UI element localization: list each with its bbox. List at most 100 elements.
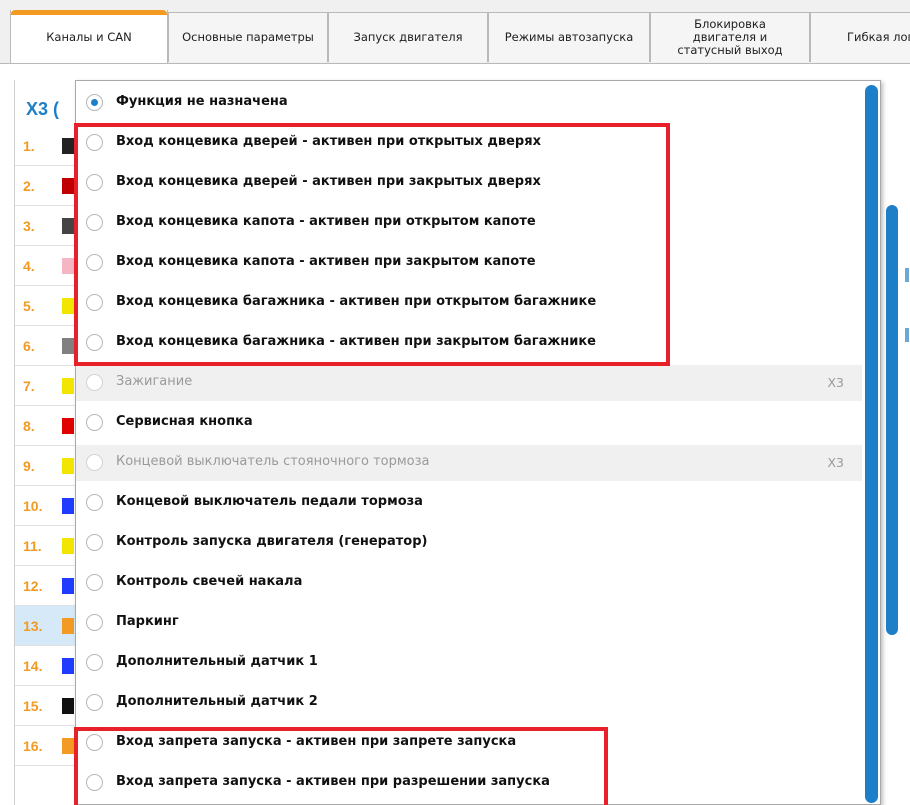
channel-number: 14. — [23, 658, 43, 674]
option-label: Паркинг — [116, 614, 179, 629]
function-dropdown-list[interactable]: Функция не назначена Вход концевика двере… — [75, 80, 881, 805]
option-label: Вход концевика капота - активен при откр… — [116, 214, 536, 229]
wire-color-swatch — [62, 538, 74, 554]
option-label: Концевой выключатель стояночного тормоза — [116, 454, 430, 469]
channel-row[interactable]: 4. — [15, 246, 75, 286]
dropdown-option[interactable]: Концевой выключатель педали тормоза — [76, 485, 862, 521]
option-label: Сервисная кнопка — [116, 414, 253, 429]
tab-autostart-modes[interactable]: Режимы автозапуска — [488, 12, 650, 62]
dropdown-option[interactable]: Дополнительный датчик 1 — [76, 645, 862, 681]
channel-row[interactable]: 1. — [15, 126, 75, 166]
channel-row[interactable]: 14. — [15, 646, 75, 686]
channel-number: 12. — [23, 578, 43, 594]
channel-number: 15. — [23, 698, 43, 714]
tab-basic-params[interactable]: Основные параметры — [168, 12, 328, 62]
wire-color-swatch — [62, 618, 74, 634]
channel-row[interactable]: 11. — [15, 526, 75, 566]
channel-number: 11. — [23, 538, 42, 554]
dropdown-option[interactable]: Вход концевика дверей - активен при закр… — [76, 165, 862, 201]
channel-number: 2. — [23, 178, 35, 194]
dropdown-option[interactable]: Вход концевика багажника - активен при з… — [76, 325, 862, 361]
radio-icon[interactable] — [86, 694, 103, 711]
dropdown-option[interactable]: Контроль запуска двигателя (генератор) — [76, 525, 862, 561]
connector-tag: X3 — [827, 455, 844, 470]
radio-icon[interactable] — [86, 214, 103, 231]
option-label: Вход концевика капота - активен при закр… — [116, 254, 536, 269]
channel-row[interactable]: 16. — [15, 726, 75, 766]
option-label: Концевой выключатель педали тормоза — [116, 494, 423, 509]
channel-row[interactable]: 9. — [15, 446, 75, 486]
wire-color-swatch — [62, 578, 74, 594]
dropdown-option[interactable]: Вход концевика капота - активен при откр… — [76, 205, 862, 241]
tab-engine-block[interactable]: Блокировка двигателя и статусный выход — [650, 12, 810, 62]
radio-icon[interactable] — [86, 534, 103, 551]
background-tick — [905, 328, 909, 342]
channel-number: 6. — [23, 338, 35, 354]
option-label: Вход концевика дверей - активен при откр… — [116, 134, 541, 149]
channel-row[interactable]: 3. — [15, 206, 75, 246]
tab-divider — [0, 63, 910, 64]
dropdown-option: Концевой выключатель стояночного тормоза… — [76, 445, 862, 481]
dropdown-scrollbar[interactable] — [865, 85, 878, 803]
wire-color-swatch — [62, 218, 74, 234]
channel-number: 1. — [23, 138, 35, 154]
radio-icon[interactable] — [86, 174, 103, 191]
channel-number: 3. — [23, 218, 35, 234]
radio-icon[interactable] — [86, 734, 103, 751]
dropdown-option[interactable]: Вход запрета запуска - активен при запре… — [76, 725, 862, 761]
dropdown-option[interactable]: Контроль свечей накала — [76, 565, 862, 601]
radio-icon[interactable] — [86, 254, 103, 271]
radio-icon[interactable] — [86, 134, 103, 151]
tab-channels-can[interactable]: Каналы и CAN — [10, 10, 168, 64]
scrollbar-thumb[interactable] — [865, 85, 878, 803]
channel-row[interactable]: 5. — [15, 286, 75, 326]
dropdown-option: Зажигание X3 — [76, 365, 862, 401]
channel-number: 5. — [23, 298, 35, 314]
tab-engine-start[interactable]: Запуск двигателя — [328, 12, 488, 62]
tab-label: Каналы и CAN — [46, 29, 132, 44]
radio-icon[interactable] — [86, 654, 103, 671]
wire-color-swatch — [62, 458, 74, 474]
dropdown-option[interactable]: Вход концевика дверей - активен при откр… — [76, 125, 862, 161]
option-label: Контроль свечей накала — [116, 574, 303, 589]
dropdown-option[interactable]: Дополнительный датчик 2 — [76, 685, 862, 721]
tab-label: Гибкая логика — [847, 30, 910, 44]
channel-row[interactable]: 7. — [15, 366, 75, 406]
dropdown-option[interactable]: Вход концевика капота - активен при закр… — [76, 245, 862, 281]
radio-icon[interactable] — [86, 494, 103, 511]
wire-color-swatch — [62, 338, 74, 354]
dropdown-option[interactable]: Функция не назначена — [76, 85, 862, 121]
option-label: Вход запрета запуска - активен при запре… — [116, 734, 517, 749]
radio-icon — [86, 374, 103, 391]
channel-row[interactable]: 6. — [15, 326, 75, 366]
wire-color-swatch — [62, 698, 74, 714]
channel-row[interactable]: 2. — [15, 166, 75, 206]
channel-row[interactable]: 15. — [15, 686, 75, 726]
option-label: Вход концевика багажника - активен при о… — [116, 294, 597, 309]
dropdown-option[interactable]: Вход концевика багажника - активен при о… — [76, 285, 862, 321]
dropdown-option[interactable]: Вход запрета запуска - активен при разре… — [76, 765, 862, 801]
radio-icon[interactable] — [86, 774, 103, 791]
channel-number: 9. — [23, 458, 35, 474]
channel-row[interactable]: 12. — [15, 566, 75, 606]
radio-icon[interactable] — [86, 414, 103, 431]
channel-row[interactable]: 13. — [15, 606, 75, 646]
option-label: Дополнительный датчик 1 — [116, 654, 318, 669]
tab-flexible-logic[interactable]: Гибкая логика — [810, 12, 910, 62]
radio-icon[interactable] — [86, 574, 103, 591]
radio-icon[interactable] — [86, 614, 103, 631]
channel-number: 7. — [23, 378, 35, 394]
channel-row[interactable]: 8. — [15, 406, 75, 446]
background-scrollbar[interactable] — [886, 205, 898, 635]
channel-row[interactable]: 10. — [15, 486, 75, 526]
wire-color-swatch — [62, 378, 74, 394]
channel-number: 8. — [23, 418, 35, 434]
dropdown-option[interactable]: Сервисная кнопка — [76, 405, 862, 441]
dropdown-option[interactable]: Паркинг — [76, 605, 862, 641]
radio-selected-icon[interactable] — [86, 94, 103, 111]
channel-number: 10. — [23, 498, 43, 514]
radio-icon[interactable] — [86, 294, 103, 311]
wire-color-swatch — [62, 658, 74, 674]
wire-color-swatch — [62, 498, 74, 514]
radio-icon[interactable] — [86, 334, 103, 351]
